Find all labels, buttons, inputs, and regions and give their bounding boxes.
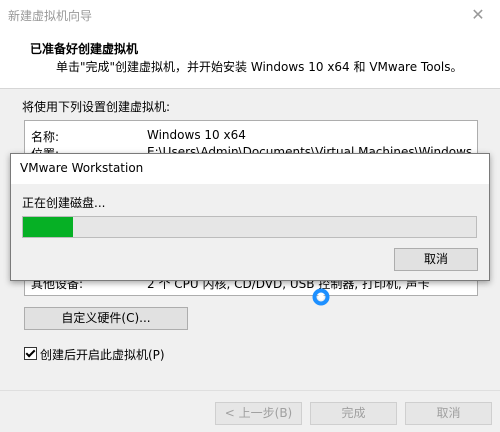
- wizard-titlebar: 新建虚拟机向导 ✕: [0, 0, 500, 30]
- finish-button[interactable]: 完成: [310, 402, 397, 425]
- footer-divider: [0, 390, 500, 391]
- close-icon[interactable]: ✕: [456, 0, 500, 30]
- summary-row-name: 名称: Windows 10 x64: [31, 128, 471, 144]
- wizard-header: 已准备好创建虚拟机 单击"完成"创建虚拟机，并开始安装 Windows 10 x…: [0, 30, 500, 89]
- progress-status-text: 正在创建磁盘...: [22, 196, 106, 210]
- wizard-title: 新建虚拟机向导: [8, 9, 93, 23]
- page-subtitle: 单击"完成"创建虚拟机，并开始安装 Windows 10 x64 和 VMwar…: [56, 60, 463, 74]
- progress-dialog: VMware Workstation 正在创建磁盘... 取消: [10, 153, 490, 281]
- power-on-checkbox[interactable]: [24, 347, 37, 360]
- progress-dialog-titlebar: VMware Workstation: [11, 154, 489, 184]
- progress-cancel-button[interactable]: 取消: [394, 248, 478, 271]
- cancel-button[interactable]: 取消: [405, 402, 492, 425]
- power-on-checkbox-label[interactable]: 创建后开启此虚拟机(P): [40, 346, 165, 363]
- progress-bar: [22, 216, 477, 238]
- page-title: 已准备好创建虚拟机: [30, 42, 139, 56]
- customize-hardware-button[interactable]: 自定义硬件(C)...: [24, 307, 188, 330]
- summary-caption: 将使用下列设置创建虚拟机:: [22, 100, 171, 114]
- summary-key: 名称:: [31, 130, 60, 144]
- back-button[interactable]: < 上一步(B): [215, 402, 302, 425]
- progress-bar-fill: [23, 217, 73, 237]
- progress-dialog-title: VMware Workstation: [20, 161, 144, 175]
- busy-spinner-icon: [312, 288, 330, 306]
- summary-value: Windows 10 x64: [147, 128, 246, 142]
